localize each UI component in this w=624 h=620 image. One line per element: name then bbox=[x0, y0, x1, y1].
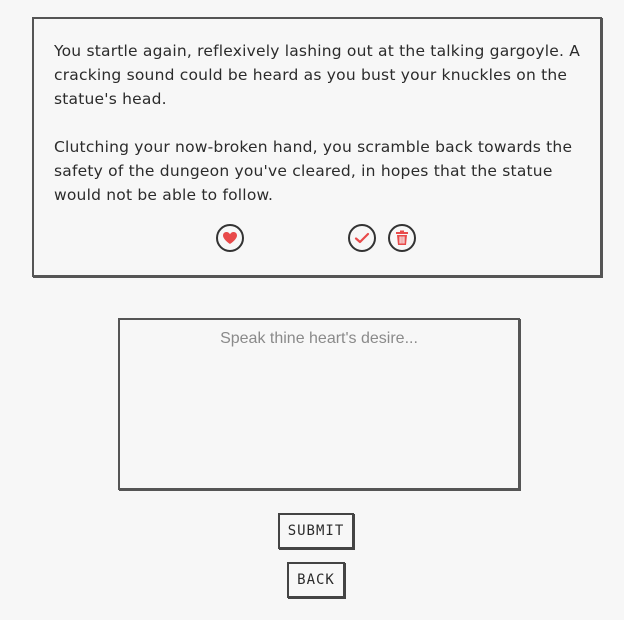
back-button[interactable]: BACK bbox=[287, 562, 345, 598]
story-card: You startle again, reflexively lashing o… bbox=[32, 17, 602, 277]
story-paragraph-2: Clutching your now-broken hand, you scra… bbox=[54, 138, 573, 204]
trash-icon bbox=[396, 230, 408, 245]
story-paragraph-1: You startle again, reflexively lashing o… bbox=[54, 42, 581, 108]
delete-button[interactable] bbox=[388, 224, 416, 252]
story-text: You startle again, reflexively lashing o… bbox=[54, 39, 584, 207]
like-button[interactable] bbox=[216, 224, 244, 252]
heart-icon bbox=[223, 232, 237, 244]
accept-button[interactable] bbox=[348, 224, 376, 252]
check-icon bbox=[354, 232, 370, 244]
desire-input[interactable] bbox=[118, 318, 520, 490]
submit-button[interactable]: SUBMIT bbox=[278, 513, 354, 549]
